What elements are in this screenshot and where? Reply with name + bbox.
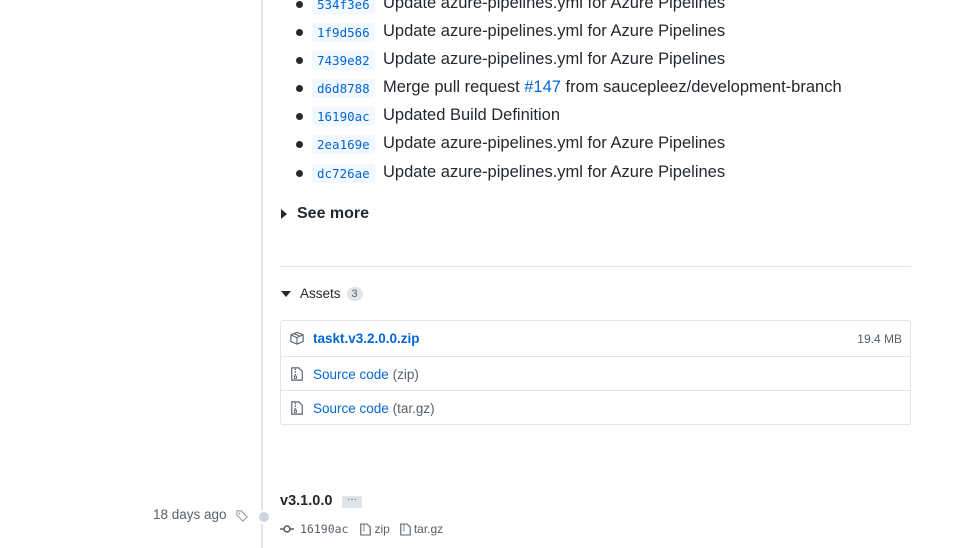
divider — [280, 266, 911, 267]
commit-message: Merge pull request #147 from saucepleez/… — [383, 78, 842, 97]
commit-sha-link[interactable]: 7439e82 — [312, 51, 375, 70]
assets-toggle[interactable]: Assets 3 — [281, 286, 363, 301]
asset-row: Source code (zip) — [281, 356, 910, 391]
bullet — [296, 113, 303, 120]
asset-row: taskt.v3.2.0.0.zip 19.4 MB — [281, 321, 910, 355]
asset-download-link[interactable]: taskt.v3.2.0.0.zip — [313, 331, 420, 346]
bullet — [296, 85, 303, 92]
commit-message: Update azure-pipelines.yml for Azure Pip… — [383, 50, 726, 68]
commit-message: Update azure-pipelines.yml for Azure Pip… — [383, 22, 726, 40]
commit-sha-link[interactable]: 534f3e6 — [312, 0, 375, 14]
commit-icon — [280, 525, 294, 533]
commit-sha-link[interactable]: dc726ae — [312, 164, 375, 183]
commit-message: Update azure-pipelines.yml for Azure Pip… — [383, 163, 726, 181]
tag-icon — [236, 510, 248, 522]
see-more-toggle[interactable]: See more — [281, 205, 369, 223]
commit-sha-link[interactable]: 2ea169e — [312, 135, 375, 154]
assets-list: taskt.v3.2.0.0.zip 19.4 MB Source code (… — [280, 320, 911, 425]
file-zip-icon — [400, 522, 411, 536]
caret-down-icon — [281, 290, 291, 297]
release-commit-link[interactable]: 16190ac — [300, 522, 348, 536]
assets-label: Assets — [300, 286, 341, 301]
commit-sha-link[interactable]: d6d8788 — [312, 79, 375, 98]
asset-row: Source code (tar.gz) — [281, 390, 910, 425]
release-date: 18 days ago — [153, 507, 227, 522]
caret-right-icon — [281, 209, 287, 219]
commit-message: Update azure-pipelines.yml for Azure Pip… — [383, 0, 726, 12]
commit-message-pre: Merge pull request — [383, 78, 525, 96]
release-meta: 16190ac zip tar.gz — [280, 522, 453, 536]
bullet — [296, 170, 303, 177]
source-code-zip-link[interactable]: Source code (zip) — [313, 367, 419, 382]
assets-count-badge: 3 — [346, 286, 363, 301]
ellipsis-button[interactable]: ··· — [342, 495, 362, 508]
release-zip-link[interactable]: zip — [374, 522, 389, 536]
commit-message: Update azure-pipelines.yml for Azure Pip… — [383, 134, 726, 152]
bullet — [296, 57, 303, 64]
release-targz-link[interactable]: tar.gz — [414, 522, 443, 536]
commit-message: Updated Build Definition — [383, 106, 561, 124]
commit-sha-link[interactable]: 1f9d566 — [312, 23, 375, 42]
commit-sha-link[interactable]: 16190ac — [312, 107, 375, 126]
source-code-targz-link[interactable]: Source code (tar.gz) — [313, 401, 435, 416]
file-zip-icon — [360, 522, 372, 536]
timeline-dot — [257, 510, 271, 524]
asset-size: 19.4 MB — [857, 332, 902, 346]
timeline-line — [261, 0, 263, 548]
file-zip-icon — [291, 367, 303, 381]
file-zip-icon — [291, 401, 303, 415]
bullet — [296, 29, 303, 36]
pull-request-link[interactable]: #147 — [524, 78, 561, 96]
commit-message-post: from saucepleez/development-branch — [560, 78, 842, 96]
bullet — [296, 1, 303, 8]
see-more-label: See more — [297, 205, 370, 222]
release-title[interactable]: v3.1.0.0 — [280, 493, 332, 509]
package-icon — [290, 331, 304, 345]
bullet — [296, 141, 303, 148]
